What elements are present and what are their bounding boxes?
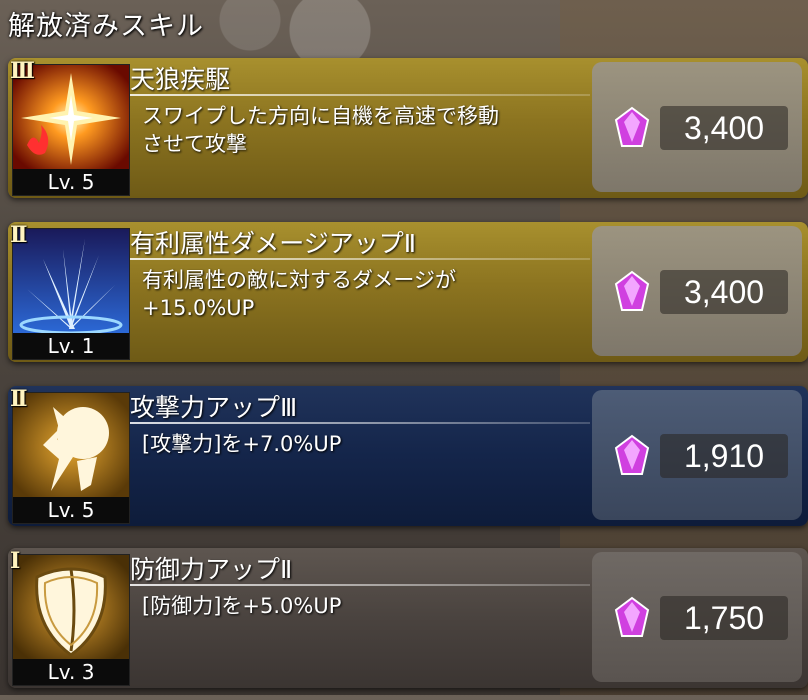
skill-description: [攻撃力]を+7.0%UP: [142, 430, 602, 458]
divider: [130, 422, 590, 424]
purple-gem-icon: [614, 596, 650, 637]
cost-value: 1,910: [660, 434, 788, 478]
purple-gem-icon: [614, 270, 650, 311]
skill-name: 天狼疾駆: [130, 65, 231, 94]
skill-level: Lv. 1: [13, 333, 129, 359]
skill-description: [防御力]を+5.0%UP: [142, 592, 602, 620]
desc-line: +15.0%UP: [142, 296, 255, 320]
desc-line: させて攻撃: [142, 132, 247, 156]
skill-name: 防御力アップⅡ: [130, 555, 293, 584]
skill-description: 有利属性の敵に対するダメージが +15.0%UP: [142, 266, 602, 322]
skill-level: Lv. 3: [13, 659, 129, 685]
purple-gem-icon: [614, 106, 650, 147]
fist-icon: Lv. 5: [12, 392, 130, 524]
skill-level: Lv. 5: [13, 497, 129, 523]
rank-badge: II: [10, 386, 28, 412]
page-title: 解放済みスキル: [8, 11, 204, 42]
rank-badge: I: [10, 548, 20, 574]
skill-name: 攻撃力アップⅢ: [130, 393, 298, 422]
cost-value: 3,400: [660, 270, 788, 314]
rank-badge: III: [10, 58, 35, 84]
cost-value: 3,400: [660, 106, 788, 150]
desc-line: [攻撃力]を+7.0%UP: [142, 432, 342, 456]
skill-card[interactable]: Lv. 5 III 天狼疾駆 スワイプした方向に自機を高速で移動 させて攻撃 3…: [8, 58, 808, 210]
desc-line: スワイプした方向に自機を高速で移動: [142, 104, 499, 128]
cost-button[interactable]: 1,750: [592, 552, 802, 682]
cost-button[interactable]: 1,910: [592, 390, 802, 520]
cost-value: 1,750: [660, 596, 788, 640]
desc-line: 有利属性の敵に対するダメージが: [142, 268, 456, 292]
purple-gem-icon: [614, 434, 650, 475]
skill-description: スワイプした方向に自機を高速で移動 させて攻撃: [142, 102, 602, 158]
rank-badge: II: [10, 222, 28, 248]
divider: [130, 258, 590, 260]
divider: [130, 94, 590, 96]
skill-card[interactable]: Lv. 1 II 有利属性ダメージアップⅡ 有利属性の敵に対するダメージが +1…: [8, 222, 808, 374]
skill-name: 有利属性ダメージアップⅡ: [130, 229, 417, 258]
shield-icon: Lv. 3: [12, 554, 130, 686]
divider: [130, 584, 590, 586]
skill-card[interactable]: Lv. 3 I 防御力アップⅡ [防御力]を+5.0%UP 1,750: [8, 548, 808, 700]
desc-line: [防御力]を+5.0%UP: [142, 594, 342, 618]
skill-card[interactable]: Lv. 5 II 攻撃力アップⅢ [攻撃力]を+7.0%UP 1,910: [8, 386, 808, 538]
ice-spike-icon: Lv. 1: [12, 228, 130, 360]
skill-level: Lv. 5: [13, 169, 129, 195]
cost-button[interactable]: 3,400: [592, 62, 802, 192]
cost-button[interactable]: 3,400: [592, 226, 802, 356]
